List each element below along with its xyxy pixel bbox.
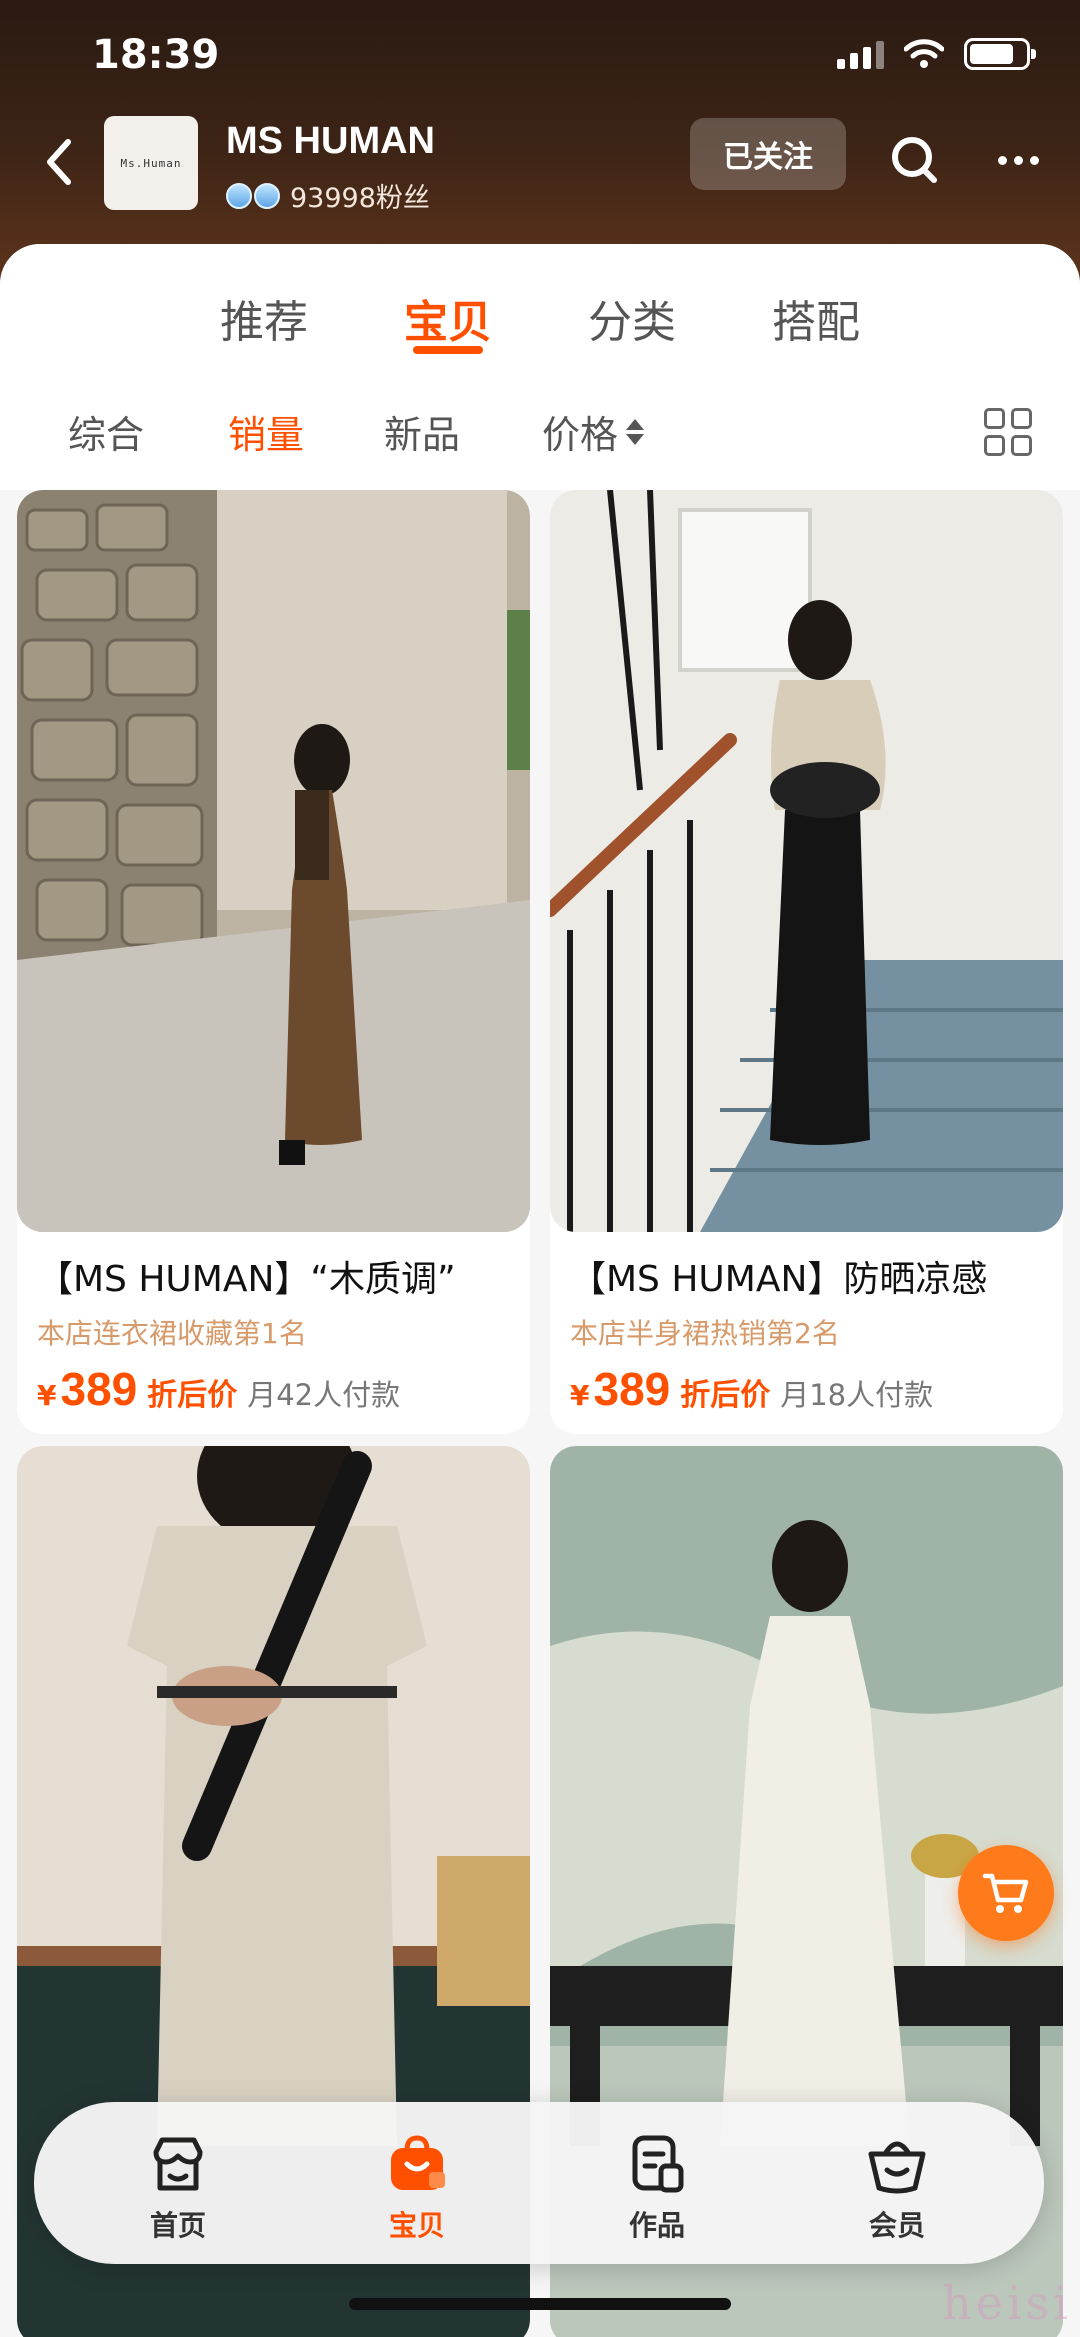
dot-icon (1013, 155, 1023, 165)
top-tabs: 推荐 宝贝 分类 搭配 (0, 244, 1080, 374)
back-button[interactable] (36, 132, 86, 192)
nav-products[interactable]: 宝贝 (357, 2132, 477, 2244)
sort-label: 综合 (68, 413, 145, 457)
chevron-left-icon (47, 139, 71, 185)
tab-products[interactable]: 宝贝 (404, 286, 492, 356)
member-basket-icon (865, 2132, 929, 2196)
currency-symbol: ¥ (37, 1379, 57, 1412)
content-card: 推荐 宝贝 分类 搭配 综合 销量 新品 价格 【MS HUMAN】“木质调” … (0, 244, 1080, 2337)
sold-count: 月18人付款 (780, 1378, 934, 1412)
discount-label: 折后价 (680, 1378, 771, 1413)
crown-badge-icon (226, 182, 252, 209)
product-rank: 本店连衣裙收藏第1名 (37, 1317, 307, 1350)
floating-cart-button[interactable] (958, 1845, 1054, 1941)
tab-outfits[interactable]: 搭配 (772, 286, 860, 356)
price-row: ¥ 389 折后价 月18人付款 (570, 1362, 933, 1416)
product-card[interactable]: 【MS HUMAN】“木质调” 本店连衣裙收藏第1名 ¥ 389 折后价 月42… (17, 490, 530, 1434)
shop-icon (146, 2132, 210, 2196)
dot-icon (997, 155, 1007, 165)
sort-bar: 综合 销量 新品 价格 (0, 374, 1080, 490)
crown-badge-icon (254, 182, 280, 209)
works-icon (625, 2132, 689, 2196)
bottom-nav: 首页 宝贝 作品 会员 (34, 2102, 1044, 2264)
sort-new[interactable]: 新品 (384, 404, 460, 459)
fans-count: 93998粉丝 (290, 183, 430, 214)
product-price: 389 (60, 1363, 138, 1415)
follow-button[interactable]: 已关注 (690, 118, 846, 190)
nav-works[interactable]: 作品 (597, 2132, 717, 2244)
shop-info-row: Ms.Human MS HUMAN 93998粉丝 已关注 (0, 110, 1080, 220)
shop-logo[interactable]: Ms.Human (104, 116, 198, 210)
price-row: ¥ 389 折后价 月42人付款 (37, 1362, 400, 1416)
cart-icon (982, 1873, 1029, 1913)
product-card[interactable]: 【MS HUMAN】防晒凉感 本店半身裙热销第2名 ¥ 389 折后价 月18人… (550, 490, 1063, 1434)
product-photo[interactable] (17, 490, 530, 1232)
sort-label: 价格 (542, 413, 619, 457)
bag-icon (385, 2132, 449, 2196)
product-rank: 本店半身裙热销第2名 (570, 1317, 840, 1350)
status-icons (837, 38, 1036, 70)
nav-label: 作品 (628, 2209, 685, 2242)
nav-label: 会员 (868, 2209, 925, 2242)
shop-fans: 93998粉丝 (226, 176, 430, 215)
dot-icon (1029, 155, 1039, 165)
cellular-signal-icon (837, 39, 884, 69)
nav-label: 首页 (149, 2209, 206, 2242)
battery-icon (964, 38, 1036, 70)
product-title[interactable]: 【MS HUMAN】“木质调” (37, 1250, 517, 1302)
currency-symbol: ¥ (570, 1379, 590, 1412)
nav-label: 宝贝 (388, 2209, 445, 2242)
nav-home[interactable]: 首页 (118, 2132, 238, 2244)
sort-price[interactable]: 价格 (542, 404, 645, 459)
product-photo[interactable] (550, 490, 1063, 1232)
product-title[interactable]: 【MS HUMAN】防晒凉感 (570, 1250, 1050, 1302)
sort-comprehensive[interactable]: 综合 (68, 404, 144, 459)
status-bar: 18:39 (0, 0, 1080, 110)
search-icon (892, 137, 937, 183)
sort-arrows-icon (626, 418, 645, 445)
status-time: 18:39 (92, 32, 220, 78)
shop-name: MS HUMAN (226, 120, 435, 162)
discount-label: 折后价 (147, 1378, 238, 1413)
watermark: heisi (942, 2276, 1072, 2330)
home-indicator[interactable] (349, 2298, 731, 2310)
nav-member[interactable]: 会员 (837, 2132, 957, 2244)
wifi-icon (904, 39, 944, 68)
sort-label: 销量 (228, 413, 305, 457)
grid-layout-toggle-icon[interactable] (984, 408, 1032, 456)
tab-categories[interactable]: 分类 (588, 286, 676, 356)
search-button[interactable] (884, 130, 944, 190)
sold-count: 月42人付款 (247, 1378, 401, 1412)
sort-sales[interactable]: 销量 (228, 404, 304, 459)
product-price: 389 (593, 1363, 671, 1415)
sort-label: 新品 (384, 413, 461, 457)
more-button[interactable] (988, 130, 1048, 190)
tab-recommend[interactable]: 推荐 (220, 286, 308, 356)
